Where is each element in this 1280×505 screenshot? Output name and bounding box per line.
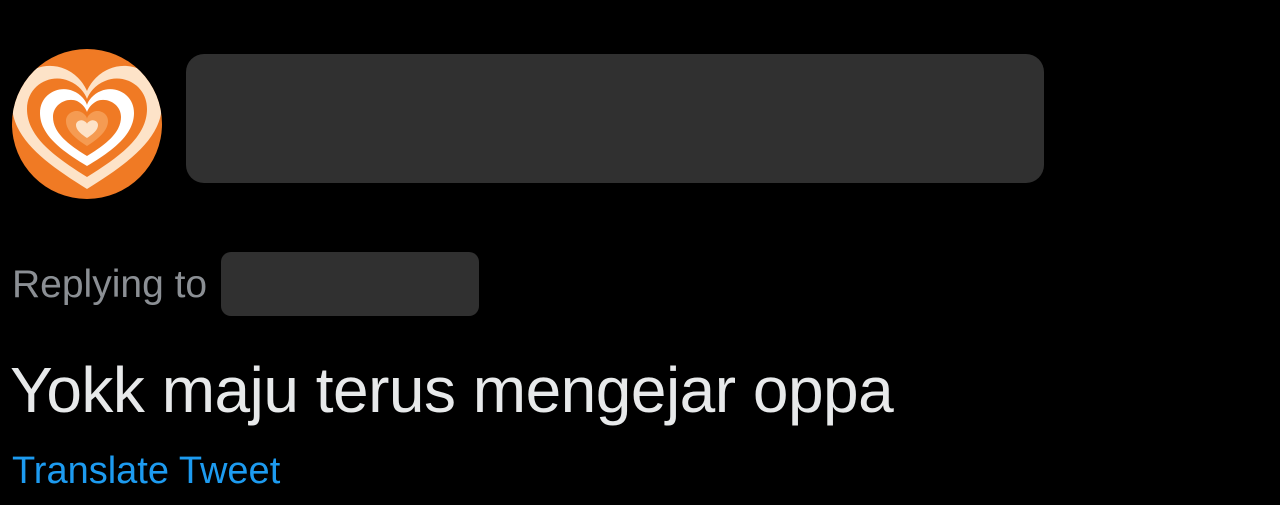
reply-handle-redacted[interactable] — [221, 252, 480, 316]
concentric-heart-avatar-icon — [12, 49, 162, 199]
tweet-text: Yokk maju terus mengejar oppa — [10, 354, 894, 426]
translate-tweet-link[interactable]: Translate Tweet — [12, 449, 280, 493]
display-name-redacted — [186, 54, 1044, 183]
user-avatar[interactable] — [12, 49, 162, 199]
reply-context: Replying to — [12, 252, 480, 316]
replying-to-label: Replying to — [12, 262, 208, 306]
